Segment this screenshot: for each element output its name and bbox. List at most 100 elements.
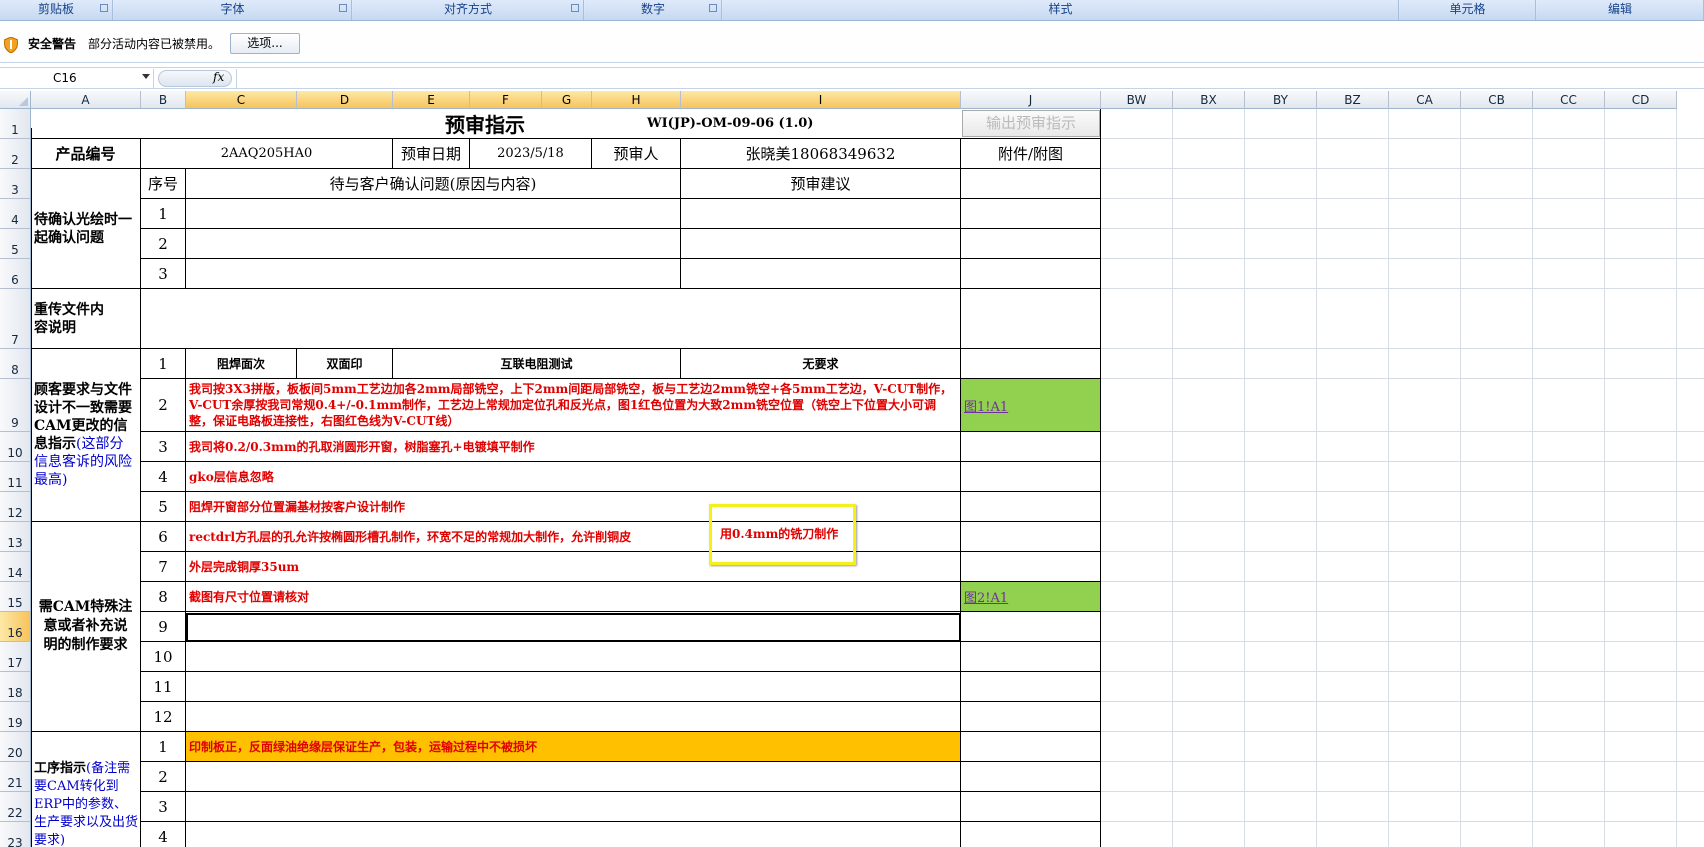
column-header-H[interactable]: H [592,91,681,109]
customer-section-label[interactable]: 顾客要求与文件设计不一致需要CAM更改的信息指示(这部分信息客诉的风险最高) [31,349,141,522]
process-cell[interactable] [186,822,961,847]
solder-face-cell[interactable]: 阻焊面次 [186,349,297,379]
row-header-6[interactable]: 6 [0,259,31,289]
column-header-E[interactable]: E [393,91,470,109]
column-header-CA[interactable]: CA [1389,91,1461,109]
proc1-cell[interactable]: 印制板正，反面绿油绝缘层保证生产，包装，运输过程中不被损坏 [186,732,961,762]
item3-cell[interactable]: 我司将0.2/0.3mm的孔取消圆形开窗，树脂塞孔+电镀填平制作 [186,432,961,462]
column-header-BX[interactable]: BX [1173,91,1245,109]
row-header-8[interactable]: 8 [0,349,31,379]
name-box[interactable]: C16 [0,69,154,88]
column-header-BW[interactable]: BW [1101,91,1173,109]
column-header-CB[interactable]: CB [1461,91,1533,109]
seq-cell[interactable]: 3 [141,432,186,462]
attach-cell[interactable] [961,672,1101,702]
attach-cell[interactable] [961,492,1101,522]
requirement-cell[interactable] [186,702,961,732]
dialog-launcher-icon[interactable] [709,4,717,12]
attach-cell[interactable] [961,792,1101,822]
row-header-15[interactable]: 15 [0,582,31,612]
seq-cell[interactable]: 1 [141,732,186,762]
item4-cell[interactable]: gko层信息忽略 [186,462,961,492]
seq-cell[interactable]: 12 [141,702,186,732]
row-header-19[interactable]: 19 [0,702,31,732]
attach-cell[interactable] [961,642,1101,672]
row-header-16[interactable]: 16 [0,612,31,642]
name-box-dropdown-icon[interactable] [142,74,150,79]
row-header-23[interactable]: 23 [0,822,31,847]
insert-function-icon[interactable]: fx [213,70,224,84]
attach-cell[interactable] [961,522,1101,552]
row-header-1[interactable]: 1 [0,109,31,139]
row-header-22[interactable]: 22 [0,792,31,822]
select-all-corner[interactable] [0,91,31,109]
row-header-7[interactable]: 7 [0,289,31,349]
worksheet-grid[interactable]: A B C D E F G H I J BW BX BY BZ CA CB CC CD 1 2 3 4 5 6 7 8 9 10 11… [0,91,1704,847]
ribbon-group-styles[interactable]: 样式 [723,0,1399,20]
ribbon-group-font[interactable]: 字体 [114,0,352,20]
attach-cell[interactable] [961,552,1101,582]
seq-cell[interactable]: 11 [141,672,186,702]
row-header-17[interactable]: 17 [0,642,31,672]
column-header-BZ[interactable]: BZ [1317,91,1389,109]
reviewer-label[interactable]: 预审人 [592,139,681,169]
seq-cell[interactable]: 2 [141,762,186,792]
row-header-12[interactable]: 12 [0,492,31,522]
suggest-header[interactable]: 预审建议 [681,169,961,199]
seq-cell[interactable]: 3 [141,792,186,822]
silk-cell[interactable]: 双面印 [297,349,393,379]
etest-cell[interactable]: 互联电阻测试 [393,349,681,379]
row-header-21[interactable]: 21 [0,762,31,792]
process-cell[interactable] [186,792,961,822]
cam-section-label[interactable]: 需CAM特殊注意或者补充说明的制作要求 [31,522,141,732]
row-header-20[interactable]: 20 [0,732,31,762]
ribbon-group-number[interactable]: 数字 [585,0,722,20]
requirement-cell[interactable] [186,672,961,702]
requirement-cell[interactable] [186,642,961,672]
item2-cell[interactable]: 我司按3X3拼版，板板间5mm工艺边加各2mm局部铣空，上下2mm间距局部铣空，… [186,379,961,432]
column-header-CD[interactable]: CD [1605,91,1677,109]
row-header-4[interactable]: 4 [0,199,31,229]
attach-cell[interactable] [961,259,1101,289]
product-no-value[interactable]: 2AAQ205HA0 [141,139,393,169]
column-header-CC[interactable]: CC [1533,91,1605,109]
product-no-label[interactable]: 产品编号 [31,139,141,169]
seq-cell[interactable]: 5 [141,492,186,522]
process-cell[interactable] [186,762,961,792]
item8-cell[interactable]: 截图有尺寸位置请核对 [186,582,961,612]
column-header-I[interactable]: I [681,91,961,109]
seq-cell[interactable]: 9 [141,612,186,642]
suggest-cell[interactable] [681,259,961,289]
issue-cell[interactable] [186,229,681,259]
attachment-label[interactable]: 附件/附图 [961,139,1101,169]
suggest-cell[interactable] [681,229,961,259]
attach-cell[interactable] [961,199,1101,229]
seq-cell[interactable]: 1 [141,349,186,379]
title-row[interactable]: 预审指示 WI(JP)-OM-09-06 (1.0) [31,109,961,139]
ribbon-group-cells[interactable]: 单元格 [1400,0,1536,20]
row-header-3[interactable]: 3 [0,169,31,199]
row-header-13[interactable]: 13 [0,522,31,552]
column-header-A[interactable]: A [31,91,141,109]
link1-cell-text[interactable]: 图1!A1 [964,396,1008,415]
attach-cell[interactable] [961,462,1101,492]
attach-cell[interactable] [961,822,1101,847]
link1-cell[interactable]: 图1!A1 [961,379,1101,432]
seq-cell[interactable]: 2 [141,229,186,259]
column-header-G[interactable]: G [542,91,592,109]
review-date-label[interactable]: 预审日期 [393,139,470,169]
seq-header[interactable]: 序号 [141,169,186,199]
row-header-5[interactable]: 5 [0,229,31,259]
dialog-launcher-icon[interactable] [339,4,347,12]
dialog-launcher-icon[interactable] [100,4,108,12]
suggest-cell[interactable] [681,199,961,229]
active-cell-c16[interactable] [186,613,961,642]
reupload-label[interactable]: 重传文件内容说明 [31,289,141,349]
cell-j3[interactable] [961,169,1101,199]
cell-j8[interactable] [961,349,1101,379]
seq-cell[interactable]: 2 [141,379,186,432]
attach-cell[interactable] [961,432,1101,462]
issue-cell[interactable] [186,199,681,229]
seq-cell[interactable]: 7 [141,552,186,582]
ribbon-group-clipboard[interactable]: 剪贴板 [0,0,113,20]
